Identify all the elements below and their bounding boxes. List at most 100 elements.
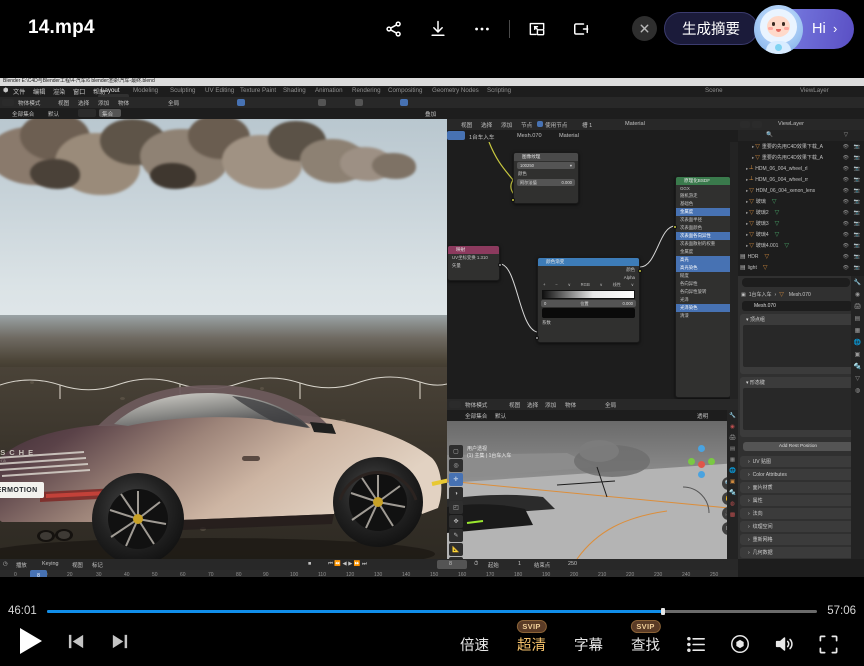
shape-key-list[interactable] — [743, 388, 853, 430]
socket-vector-in[interactable] — [511, 198, 515, 202]
gizmo-z-neg-axis[interactable] — [698, 471, 705, 478]
viewport-right-strip[interactable]: 🔧 ◉ 🖨 ▤ ▦ 🌐 ▣ 🔩 ◍ ▩ — [727, 410, 738, 559]
group-selector-label[interactable]: 集合 — [102, 110, 113, 118]
tool-measure-icon[interactable]: 📐 — [449, 543, 463, 556]
outliner-item-7[interactable]: ▸▽ 玻璃3 ▽ 👁📷 — [738, 218, 864, 229]
tool-scale-icon[interactable]: ◰ — [449, 501, 463, 514]
outliner-item-8[interactable]: ▸▽ 玻璃4 ▽ 👁📷 — [738, 229, 864, 240]
ptab-modifier-icon[interactable]: 🔩 — [851, 360, 864, 372]
use-nodes-toggle-label[interactable]: 使用节点 — [545, 121, 567, 129]
timeline-view-label[interactable]: 视图 — [72, 561, 83, 569]
node-image-texture-alpha[interactable]: 阿尔法值 0.000 — [517, 179, 575, 186]
volume-icon[interactable] — [762, 627, 806, 661]
picture-in-picture-icon[interactable] — [515, 11, 559, 47]
settings-icon[interactable] — [718, 627, 762, 661]
timeline-playback-label[interactable]: 播放 — [16, 561, 27, 569]
workspace-tab-uv-editing[interactable]: UV Editing — [205, 87, 234, 94]
transform-orientation-label[interactable]: 全局 — [168, 99, 179, 107]
prop-modifier-icon[interactable]: 🔩 — [727, 487, 738, 498]
ptab-tool-icon[interactable]: 🔧 — [851, 276, 864, 288]
tool-annotate-icon[interactable]: ✎ — [449, 529, 463, 542]
outliner-and-properties[interactable]: ViewLayer 🔍 ▽ ▸▽ 重要的先用C4D效果下载_A 👁📷 ▸▽ 重要… — [738, 119, 864, 559]
bsdf-row-15[interactable]: 光泽染色 — [676, 304, 730, 312]
outliner-item-0[interactable]: ▸▽ 重要的先用C4D效果下载_A 👁📷 — [738, 141, 864, 152]
viewport-3d[interactable]: 物体模式 视图 选择 添加 物体 全局 全部集合 默认 透明 — [447, 399, 738, 559]
previous-episode-button[interactable] — [67, 632, 86, 651]
workspace-tab-sculpting[interactable]: Sculpting — [170, 87, 195, 94]
prop-object-icon[interactable]: ▣ — [727, 476, 738, 487]
outliner-tree[interactable]: ▸▽ 重要的先用C4D效果下载_A 👁📷 ▸▽ 重要的先用C4D效果下载_A 👁… — [738, 141, 864, 276]
tool-rotate-icon[interactable]: ◑ — [449, 487, 463, 500]
workspace-tab-animation[interactable]: Animation — [315, 87, 343, 94]
node-image-texture[interactable]: 图像纹理 100250▾ 颜色 阿尔法值 0.000 — [513, 152, 579, 204]
node-sidebar-strip[interactable] — [730, 142, 738, 399]
node-mapping[interactable]: 映射 UV坐标变换 1.310 矢量 — [447, 245, 500, 281]
viewport-menu-object[interactable]: 物体 — [118, 99, 129, 107]
share-icon[interactable] — [372, 11, 416, 47]
viewport3d-global-label[interactable]: 全局 — [605, 401, 616, 409]
ptab-viewlayer-icon[interactable]: ▤ — [851, 312, 864, 324]
progress-bar-knob[interactable] — [661, 608, 665, 615]
node-menu-view[interactable]: 视图 — [461, 121, 472, 129]
node-menu-add[interactable]: 添加 — [501, 121, 512, 129]
workspace-tab-geometry-nodes[interactable]: Geometry Nodes — [432, 87, 479, 94]
subtitle-button[interactable]: 字幕 — [560, 634, 617, 655]
prop-material-icon[interactable]: ◍ — [727, 498, 738, 509]
menu-edit[interactable]: 编辑 — [33, 87, 45, 96]
properties-search-input[interactable] — [742, 278, 850, 287]
prop-texture-icon[interactable]: ▩ — [727, 509, 738, 520]
node-image-texture-file[interactable]: 100250▾ — [517, 162, 575, 169]
ptab-material-icon[interactable]: ◍ — [851, 384, 864, 396]
node-color-ramp-gradient[interactable] — [542, 290, 635, 299]
timeline-editor[interactable]: ◷ 播放 Keying 视图 标记 ■ ⏮ ⏪ ◀ ▶ ⏩ ⏭ 8 ⏱ 起始 1… — [0, 559, 738, 577]
node-slot-label[interactable]: 槽 1 — [582, 121, 592, 129]
viewport3d-mode-label[interactable]: 物体模式 — [465, 401, 487, 409]
ptab-scene-icon[interactable]: ▦ — [851, 324, 864, 336]
collection-selector-label[interactable]: 全部集合 — [12, 110, 34, 118]
ptab-object-icon[interactable]: ▣ — [851, 348, 864, 360]
timeline-start-value[interactable]: 1 — [518, 561, 521, 567]
default-selector-label[interactable]: 默认 — [48, 110, 59, 118]
node-color-ramp-swatch[interactable] — [542, 308, 635, 318]
add-rest-position-button[interactable]: Add Rest Position — [743, 442, 853, 451]
workspace-tab-modeling[interactable]: Modeling — [133, 87, 158, 94]
outliner-item-9[interactable]: ▸▽ 玻璃4.001 ▽ 👁📷 — [738, 240, 864, 251]
timeline-end-value[interactable]: 250 — [568, 561, 577, 567]
section-normals[interactable]: ›法向 — [740, 508, 856, 519]
viewport-axis-gizmo[interactable] — [688, 445, 716, 473]
outliner-item-11[interactable]: ▤ light ▽ 👁📷 — [738, 262, 864, 273]
viewport-canvas[interactable]: ▢ ◎ ✛ ◑ ◰ ✥ ✎ 📐 ▣ 用户透视 (1) 主集 | 1台车入车 — [447, 421, 738, 559]
outliner-item-3[interactable]: ▸⟂ HDM_06_004_wheel_rr 👁📷 — [738, 174, 864, 185]
viewport-toolbar[interactable]: ▢ ◎ ✛ ◑ ◰ ✥ ✎ 📐 ▣ — [449, 445, 463, 559]
section-geometry-data[interactable]: ›几何数据 — [740, 547, 856, 558]
prop-output-icon[interactable]: 🖨 — [727, 432, 738, 443]
timeline-keying-label[interactable]: Keying — [42, 561, 58, 567]
ptab-render-icon[interactable]: ◉ — [851, 288, 864, 300]
outliner-item-4[interactable]: ▸▽ HDM_06_004_xenon_lens 👁📷 — [738, 185, 864, 196]
outliner-item-1[interactable]: ▸▽ 重要的先用C4D效果下载_A 👁📷 — [738, 152, 864, 163]
fullscreen-icon[interactable] — [806, 627, 850, 661]
gizmo-x-axis[interactable] — [698, 461, 705, 468]
section-texture-space[interactable]: ›纹理空间 — [740, 521, 856, 532]
tool-move-icon[interactable]: ✛ — [449, 473, 463, 486]
node-menu-select[interactable]: 选择 — [481, 121, 492, 129]
gizmo-z-axis[interactable] — [698, 445, 705, 452]
workspace-tab-shading[interactable]: Shading — [283, 87, 306, 94]
search-button[interactable]: SVIP 查找 — [617, 634, 674, 655]
next-episode-button[interactable] — [110, 632, 129, 651]
viewport-menu-view[interactable]: 视图 — [58, 99, 69, 107]
outliner-item-6[interactable]: ▸▽ 玻璃2 ▽ 👁📷 — [738, 207, 864, 218]
properties-editor[interactable]: ▣ 1台车入车 › ▽ Mesh.070 Mesh.070 ▾ 顶点组 — [738, 276, 864, 559]
menu-render[interactable]: 渲染 — [53, 87, 65, 96]
node-color-ramp[interactable]: 颜色渐变 颜色 Alpha +−∨ RGB ∨ 线性 ∨ 0 位置 0.000 — [537, 257, 640, 343]
gizmo-y-axis[interactable] — [688, 458, 695, 465]
speed-button[interactable]: 倍速 — [446, 634, 503, 655]
prop-viewlayer-icon[interactable]: ▤ — [727, 443, 738, 454]
socket-mapping-out[interactable] — [498, 263, 502, 267]
tool-cursor-icon[interactable]: ◎ — [449, 459, 463, 472]
prop-scene-icon[interactable]: ▦ — [727, 454, 738, 465]
close-button[interactable] — [632, 16, 657, 41]
section-attributes[interactable]: ›属性 — [740, 495, 856, 506]
properties-tab-strip[interactable]: 🔧 ◉ 🖨 ▤ ▦ 🌐 ▣ 🔩 ▽ ◍ — [851, 276, 864, 559]
viewport-menu-select[interactable]: 选择 — [78, 99, 89, 107]
